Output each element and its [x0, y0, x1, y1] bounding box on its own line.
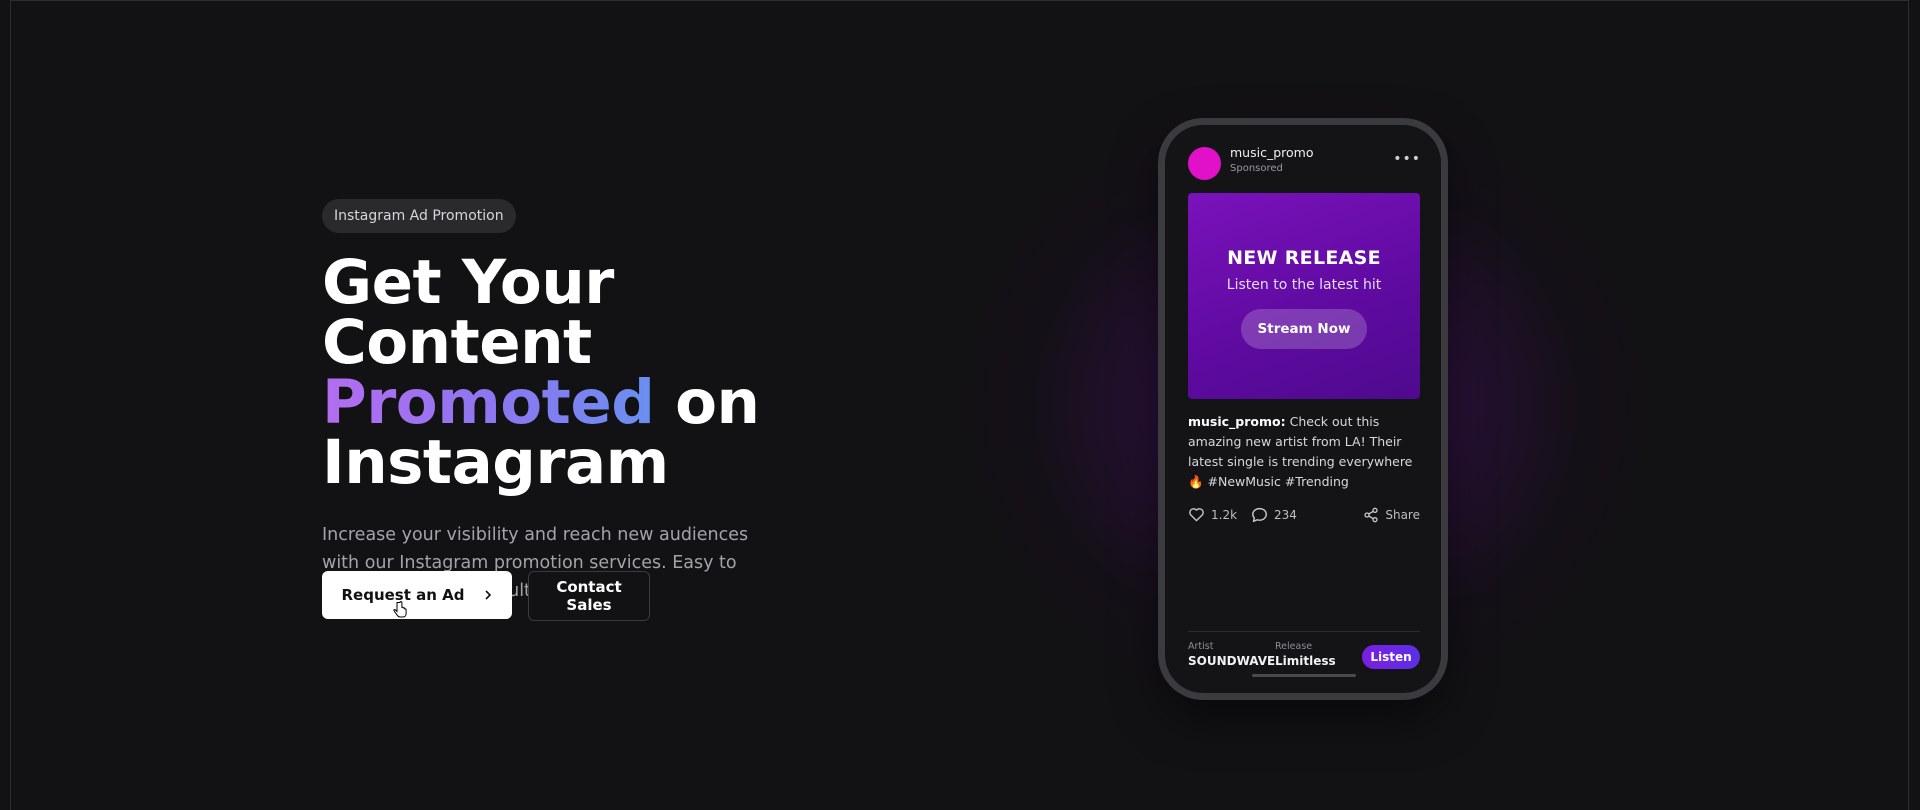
likes-count: 1.2k	[1211, 507, 1238, 522]
category-badge: Instagram Ad Promotion	[322, 199, 516, 233]
caption-username: music_promo:	[1188, 414, 1286, 429]
headline-on: on	[654, 367, 760, 438]
page-frame: Instagram Ad Promotion Get Your Content …	[10, 0, 1909, 810]
contact-sales-button[interactable]: Contact Sales	[528, 571, 650, 621]
ad-creative: NEW RELEASE Listen to the latest hit Str…	[1188, 193, 1420, 399]
artist-info: Artist SOUNDWAVE	[1188, 641, 1275, 668]
post-username[interactable]: music_promo	[1230, 145, 1313, 160]
like-action[interactable]: 1.2k	[1188, 507, 1237, 522]
phone-mockup: music_promo Sponsored ••• NEW RELEASE Li…	[1165, 125, 1441, 693]
release-value: Limitless	[1275, 654, 1336, 668]
stream-now-button[interactable]: Stream Now	[1241, 309, 1367, 349]
comments-count: 234	[1274, 508, 1297, 522]
home-indicator	[1252, 674, 1356, 677]
artist-label: Artist	[1188, 641, 1214, 652]
headline-line-3: Instagram	[322, 427, 669, 498]
share-action[interactable]: Share	[1363, 507, 1420, 523]
release-label: Release	[1275, 641, 1313, 652]
request-ad-button[interactable]: Request an Ad	[322, 571, 512, 619]
post-header: music_promo Sponsored •••	[1188, 145, 1421, 181]
creative-subtitle: Listen to the latest hit	[1226, 277, 1382, 293]
more-horizontal-icon[interactable]: •••	[1393, 151, 1421, 167]
chevron-right-icon	[484, 590, 491, 600]
divider	[1188, 631, 1420, 632]
heart-icon	[1189, 508, 1204, 522]
listen-button[interactable]: Listen	[1362, 645, 1420, 669]
post-caption: music_promo: Check out this amazing new …	[1188, 412, 1423, 492]
creative-title: NEW RELEASE	[1227, 247, 1381, 269]
hero-actions: Request an Ad Contact Sales	[322, 571, 650, 621]
artist-value: SOUNDWAVE	[1188, 654, 1276, 668]
sponsored-label: Sponsored	[1230, 163, 1283, 174]
release-name-info: Release Limitless	[1275, 641, 1336, 668]
headline: Get Your Content Promoted on Instagram	[322, 252, 842, 493]
hand-cursor-icon	[393, 601, 407, 618]
release-info: Artist SOUNDWAVE Release Limitless Liste…	[1188, 641, 1420, 673]
share-label: Share	[1385, 508, 1420, 522]
headline-line-1: Get Your Content	[322, 247, 614, 378]
comment-action[interactable]: 234	[1251, 507, 1297, 523]
hero-section: Instagram Ad Promotion Get Your Content …	[322, 199, 842, 621]
avatar[interactable]	[1188, 147, 1221, 180]
post-stats: 1.2k 234 Share	[1188, 507, 1420, 527]
comment-icon	[1252, 507, 1267, 523]
share-icon	[1364, 507, 1379, 523]
